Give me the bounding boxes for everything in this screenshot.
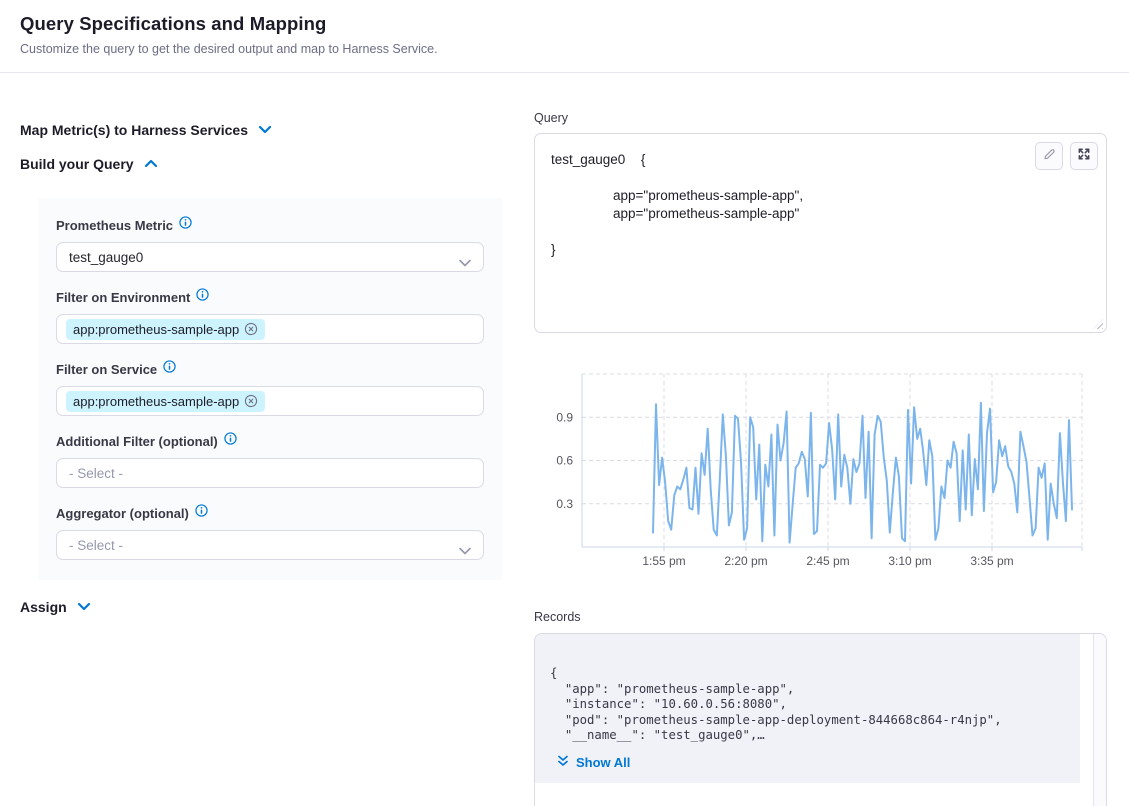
svg-text:3:10 pm: 3:10 pm [888,554,931,568]
info-icon[interactable] [163,360,176,378]
tag-remove-icon[interactable] [244,322,258,336]
section-map-metrics[interactable]: Map Metric(s) to Harness Services [20,121,272,139]
map-metrics-label: Map Metric(s) to Harness Services [20,122,248,138]
assign-label: Assign [20,599,67,615]
filter-environment-label: Filter on Environment [56,290,190,305]
double-chevron-down-icon [557,754,569,772]
pencil-icon [1042,147,1056,166]
info-icon[interactable] [179,216,192,234]
header-divider [0,72,1129,73]
field-filter-service: Filter on Service app:prometheus-sample-… [56,360,484,416]
field-additional-filter: Additional Filter (optional) - Select - [56,432,484,488]
chevron-down-icon [459,542,471,560]
additional-filter-input[interactable]: - Select - [56,458,484,488]
records-viewer: { "app": "prometheus-sample-app", "insta… [534,633,1107,806]
fullscreen-icon [1077,147,1091,166]
svg-text:1:55 pm: 1:55 pm [642,554,685,568]
info-icon[interactable] [196,288,209,306]
info-icon[interactable] [224,432,237,450]
page-title: Query Specifications and Mapping [20,13,1109,35]
show-all-label: Show All [576,755,630,770]
records-scrollbar[interactable] [1093,634,1106,806]
service-tag-chip: app:prometheus-sample-app [66,391,265,412]
prometheus-metric-label: Prometheus Metric [56,218,173,233]
build-query-label: Build your Query [20,156,134,172]
query-section-label: Query [534,111,568,125]
section-assign[interactable]: Assign [20,598,91,616]
svg-text:2:20 pm: 2:20 pm [724,554,767,568]
additional-filter-placeholder: - Select - [69,466,123,481]
expand-query-button[interactable] [1070,142,1098,170]
tag-remove-icon[interactable] [244,394,258,408]
chevron-down-icon [258,121,272,139]
svg-text:0.9: 0.9 [556,410,573,424]
record-json-text: { "app": "prometheus-sample-app", "insta… [550,666,1066,744]
filter-service-label: Filter on Service [56,362,157,377]
query-text: test_gauge0 { app="prometheus-sample-app… [535,134,1106,276]
query-editor: test_gauge0 { app="prometheus-sample-app… [534,133,1107,333]
field-prometheus-metric: Prometheus Metric test_gauge0 [56,216,484,272]
chevron-up-icon [144,155,158,173]
environment-tag-chip: app:prometheus-sample-app [66,319,265,340]
aggregator-select[interactable]: - Select - [56,530,484,560]
section-build-query[interactable]: Build your Query [20,155,158,173]
metric-preview-chart: 0.3 0.6 0.9 1:55 pm 2:20 pm 2:45 pm 3:10 pm 3:3… [534,360,1107,575]
records-section-label: Records [534,610,581,624]
environment-tag-text: app:prometheus-sample-app [73,322,239,337]
filter-environment-input[interactable]: app:prometheus-sample-app [56,314,484,344]
record-item: { "app": "prometheus-sample-app", "insta… [535,634,1080,783]
show-all-link[interactable]: Show All [557,754,630,772]
prometheus-metric-select[interactable]: test_gauge0 [56,242,484,272]
filter-service-input[interactable]: app:prometheus-sample-app [56,386,484,416]
prometheus-metric-value: test_gauge0 [69,250,143,265]
additional-filter-label: Additional Filter (optional) [56,434,218,449]
svg-text:0.6: 0.6 [556,454,573,468]
aggregator-placeholder: - Select - [69,538,123,553]
page-header: Query Specifications and Mapping Customi… [0,0,1129,56]
line-chart-svg: 0.3 0.6 0.9 1:55 pm 2:20 pm 2:45 pm 3:10 pm 3:3… [534,360,1107,575]
svg-text:3:35 pm: 3:35 pm [970,554,1013,568]
field-filter-environment: Filter on Environment app:prometheus-sam… [56,288,484,344]
edit-query-button[interactable] [1035,142,1063,170]
service-tag-text: app:prometheus-sample-app [73,394,239,409]
chevron-down-icon [77,598,91,616]
svg-text:0.3: 0.3 [556,497,573,511]
page-subtitle: Customize the query to get the desired o… [20,42,1109,56]
aggregator-label: Aggregator (optional) [56,506,189,521]
field-aggregator: Aggregator (optional) - Select - [56,504,484,560]
resize-handle[interactable] [1093,319,1103,329]
svg-text:2:45 pm: 2:45 pm [806,554,849,568]
chevron-down-icon [459,254,471,272]
query-builder-form: Prometheus Metric test_gauge0 Filter on … [38,198,502,580]
info-icon[interactable] [195,504,208,522]
